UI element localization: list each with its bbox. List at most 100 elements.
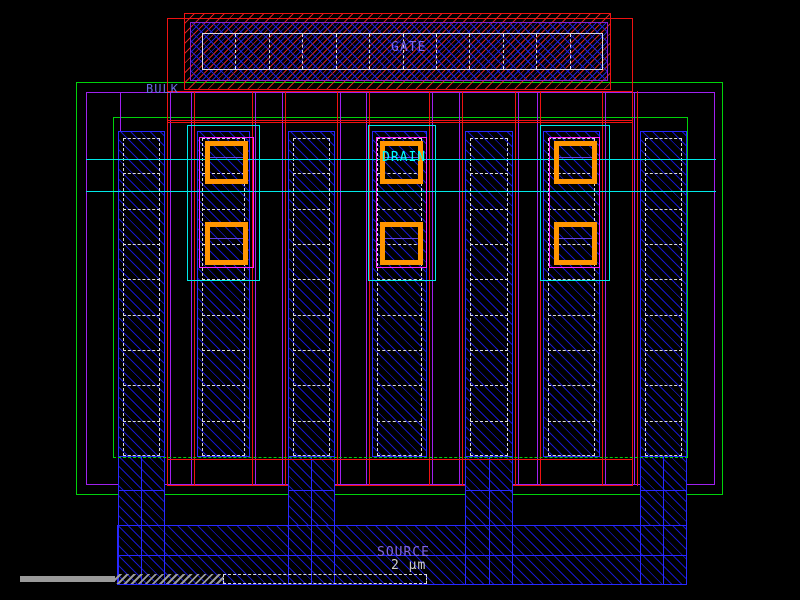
- contact-cell-divider: [123, 279, 160, 280]
- contact-cell-divider: [123, 315, 160, 316]
- contact-cell-divider: [377, 421, 422, 422]
- contact-cell-divider: [293, 244, 330, 245]
- plate-grid-line: [640, 525, 641, 585]
- plate-grid-line: [663, 525, 664, 585]
- contact-cell-divider: [293, 279, 330, 280]
- contact-cell-divider: [202, 350, 245, 351]
- scale-bar-label: 2 µm: [391, 558, 426, 573]
- contact-cell-divider: [645, 421, 682, 422]
- drain-contact-highlight[interactable]: [380, 222, 423, 265]
- strap-center-line: [311, 457, 312, 525]
- poly-edge-h2: [167, 120, 633, 121]
- strap-divider: [465, 490, 513, 491]
- gate-contact-divider: [436, 34, 437, 69]
- contact-cell-divider: [377, 315, 422, 316]
- contact-cell-divider: [548, 385, 595, 386]
- gate-label: GATE: [391, 40, 426, 55]
- contact-cell-divider: [123, 173, 160, 174]
- routing-edge: [282, 92, 283, 485]
- gate-contact-divider: [235, 34, 236, 69]
- gate-contact-divider: [536, 34, 537, 69]
- plate-grid-line: [512, 525, 513, 585]
- contact-cell-divider: [645, 385, 682, 386]
- routing-edge: [170, 92, 171, 485]
- layout-canvas[interactable]: GATE BULK DRAIN SOURCE 2 µm: [0, 0, 800, 600]
- gate-contact-divider: [369, 34, 370, 69]
- contact-cell-divider: [470, 173, 508, 174]
- scale-bar-dashed: [223, 574, 427, 584]
- scale-bar-hatched: [115, 574, 223, 584]
- contact-cell-divider: [645, 279, 682, 280]
- contact-cell-divider: [548, 315, 595, 316]
- bulk-stub-line: [120, 92, 121, 131]
- drain-contact-highlight[interactable]: [205, 141, 248, 184]
- contact-cell-divider: [293, 173, 330, 174]
- strap-center-line: [663, 457, 664, 525]
- contact-cell-divider: [470, 350, 508, 351]
- contact-cell-divider: [202, 315, 245, 316]
- contact-cell-divider: [123, 244, 160, 245]
- plate-grid-line: [465, 525, 466, 585]
- drain-contact-highlight[interactable]: [554, 141, 597, 184]
- poly-gate-edge: [462, 91, 463, 486]
- routing-edge: [459, 92, 460, 485]
- drain-label: DRAIN: [382, 150, 426, 165]
- contact-cell-divider: [645, 209, 682, 210]
- contact-column-outline: [293, 138, 330, 456]
- poly-gate-edge: [285, 91, 286, 486]
- strap-divider: [118, 490, 165, 491]
- contact-cell-divider: [293, 315, 330, 316]
- contact-cell-divider: [293, 350, 330, 351]
- strap-center-line: [489, 457, 490, 525]
- contact-cell-divider: [123, 421, 160, 422]
- gate-contact-divider: [469, 34, 470, 69]
- contact-cell-divider: [470, 244, 508, 245]
- plate-grid-line: [686, 525, 687, 585]
- contact-column-outline: [123, 138, 160, 456]
- poly-gate-edge: [167, 91, 168, 486]
- contact-cell-divider: [470, 421, 508, 422]
- routing-edge: [340, 92, 341, 485]
- poly-edge-h4: [167, 459, 633, 460]
- contact-cell-divider: [470, 279, 508, 280]
- contact-cell-divider: [377, 385, 422, 386]
- drain-contact-highlight[interactable]: [554, 222, 597, 265]
- contact-cell-divider: [645, 315, 682, 316]
- contact-cell-divider: [548, 350, 595, 351]
- strap-divider: [288, 490, 335, 491]
- contact-cell-divider: [645, 244, 682, 245]
- strap-divider: [640, 490, 687, 491]
- routing-edge: [518, 92, 519, 485]
- contact-cell-divider: [470, 385, 508, 386]
- contact-cell-divider: [202, 385, 245, 386]
- contact-cell-divider: [548, 421, 595, 422]
- drain-contact-highlight[interactable]: [205, 222, 248, 265]
- poly-gate-edge: [637, 91, 638, 486]
- gate-contact-divider: [570, 34, 571, 69]
- contact-cell-divider: [293, 385, 330, 386]
- active-area-bottom-dashed: [113, 457, 688, 458]
- contact-cell-divider: [470, 209, 508, 210]
- poly-edge-h1: [167, 91, 633, 92]
- plate-grid-line: [489, 525, 490, 585]
- contact-cell-divider: [377, 350, 422, 351]
- routing-edge: [537, 92, 538, 485]
- poly-gate-edge: [337, 91, 338, 486]
- gate-contact-divider: [302, 34, 303, 69]
- contact-column-outline: [645, 138, 682, 456]
- strap-center-line: [141, 457, 142, 525]
- poly-gate-edge: [515, 91, 516, 486]
- bulk-label: BULK: [146, 82, 179, 96]
- routing-edge: [634, 92, 635, 485]
- gate-contact-divider: [336, 34, 337, 69]
- contact-cell-divider: [293, 209, 330, 210]
- gate-contact-divider: [269, 34, 270, 69]
- contact-cell-divider: [293, 421, 330, 422]
- gate-contact-divider: [503, 34, 504, 69]
- contact-cell-divider: [470, 315, 508, 316]
- contact-cell-divider: [645, 173, 682, 174]
- scale-bar-solid: [20, 576, 115, 582]
- contact-cell-divider: [202, 421, 245, 422]
- contact-cell-divider: [123, 350, 160, 351]
- contact-cell-divider: [123, 385, 160, 386]
